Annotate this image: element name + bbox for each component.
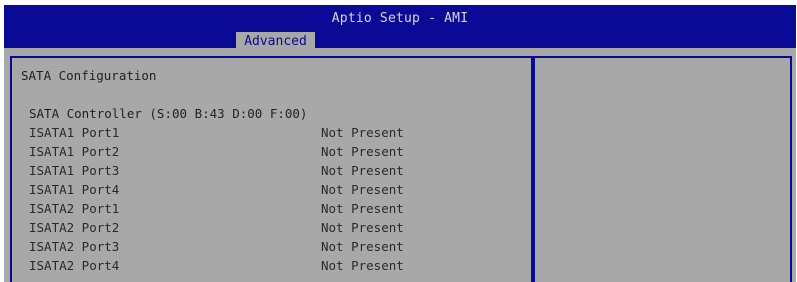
port-status: Not Present [321,239,404,254]
port-status: Not Present [321,201,404,216]
list-item: ISATA2 Port4 Not Present [29,258,449,276]
port-label: ISATA2 Port4 [29,258,120,273]
help-panel [533,56,792,282]
port-status: Not Present [321,163,404,178]
port-status: Not Present [321,220,404,235]
list-item: ISATA2 Port2 Not Present [29,220,449,238]
port-label: ISATA2 Port1 [29,201,120,216]
header-bar: Aptio Setup - AMI Advanced [4,5,796,52]
list-item: ISATA1 Port4 Not Present [29,182,449,200]
port-label: ISATA1 Port1 [29,125,120,140]
port-status: Not Present [321,144,404,159]
bios-window: Aptio Setup - AMI Advanced SATA Configur… [0,0,797,282]
list-item: ISATA1 Port3 Not Present [29,163,449,181]
window-title: Aptio Setup - AMI [331,11,469,26]
list-item: ISATA2 Port3 Not Present [29,239,449,257]
port-label: ISATA1 Port4 [29,182,120,197]
port-label: ISATA2 Port3 [29,239,120,254]
page-title: SATA Configuration [21,68,157,83]
list-item: ISATA1 Port1 Not Present [29,125,449,143]
port-status: Not Present [321,258,404,273]
port-label: ISATA2 Port2 [29,220,120,235]
list-item: ISATA1 Port2 Not Present [29,144,449,162]
port-label: ISATA1 Port3 [29,163,120,178]
port-status: Not Present [321,182,404,197]
sata-controller-label: SATA Controller (S:00 B:43 D:00 F:00) [29,106,308,121]
port-label: ISATA1 Port2 [29,144,120,159]
port-status: Not Present [321,125,404,140]
list-item: ISATA2 Port1 Not Present [29,201,449,219]
